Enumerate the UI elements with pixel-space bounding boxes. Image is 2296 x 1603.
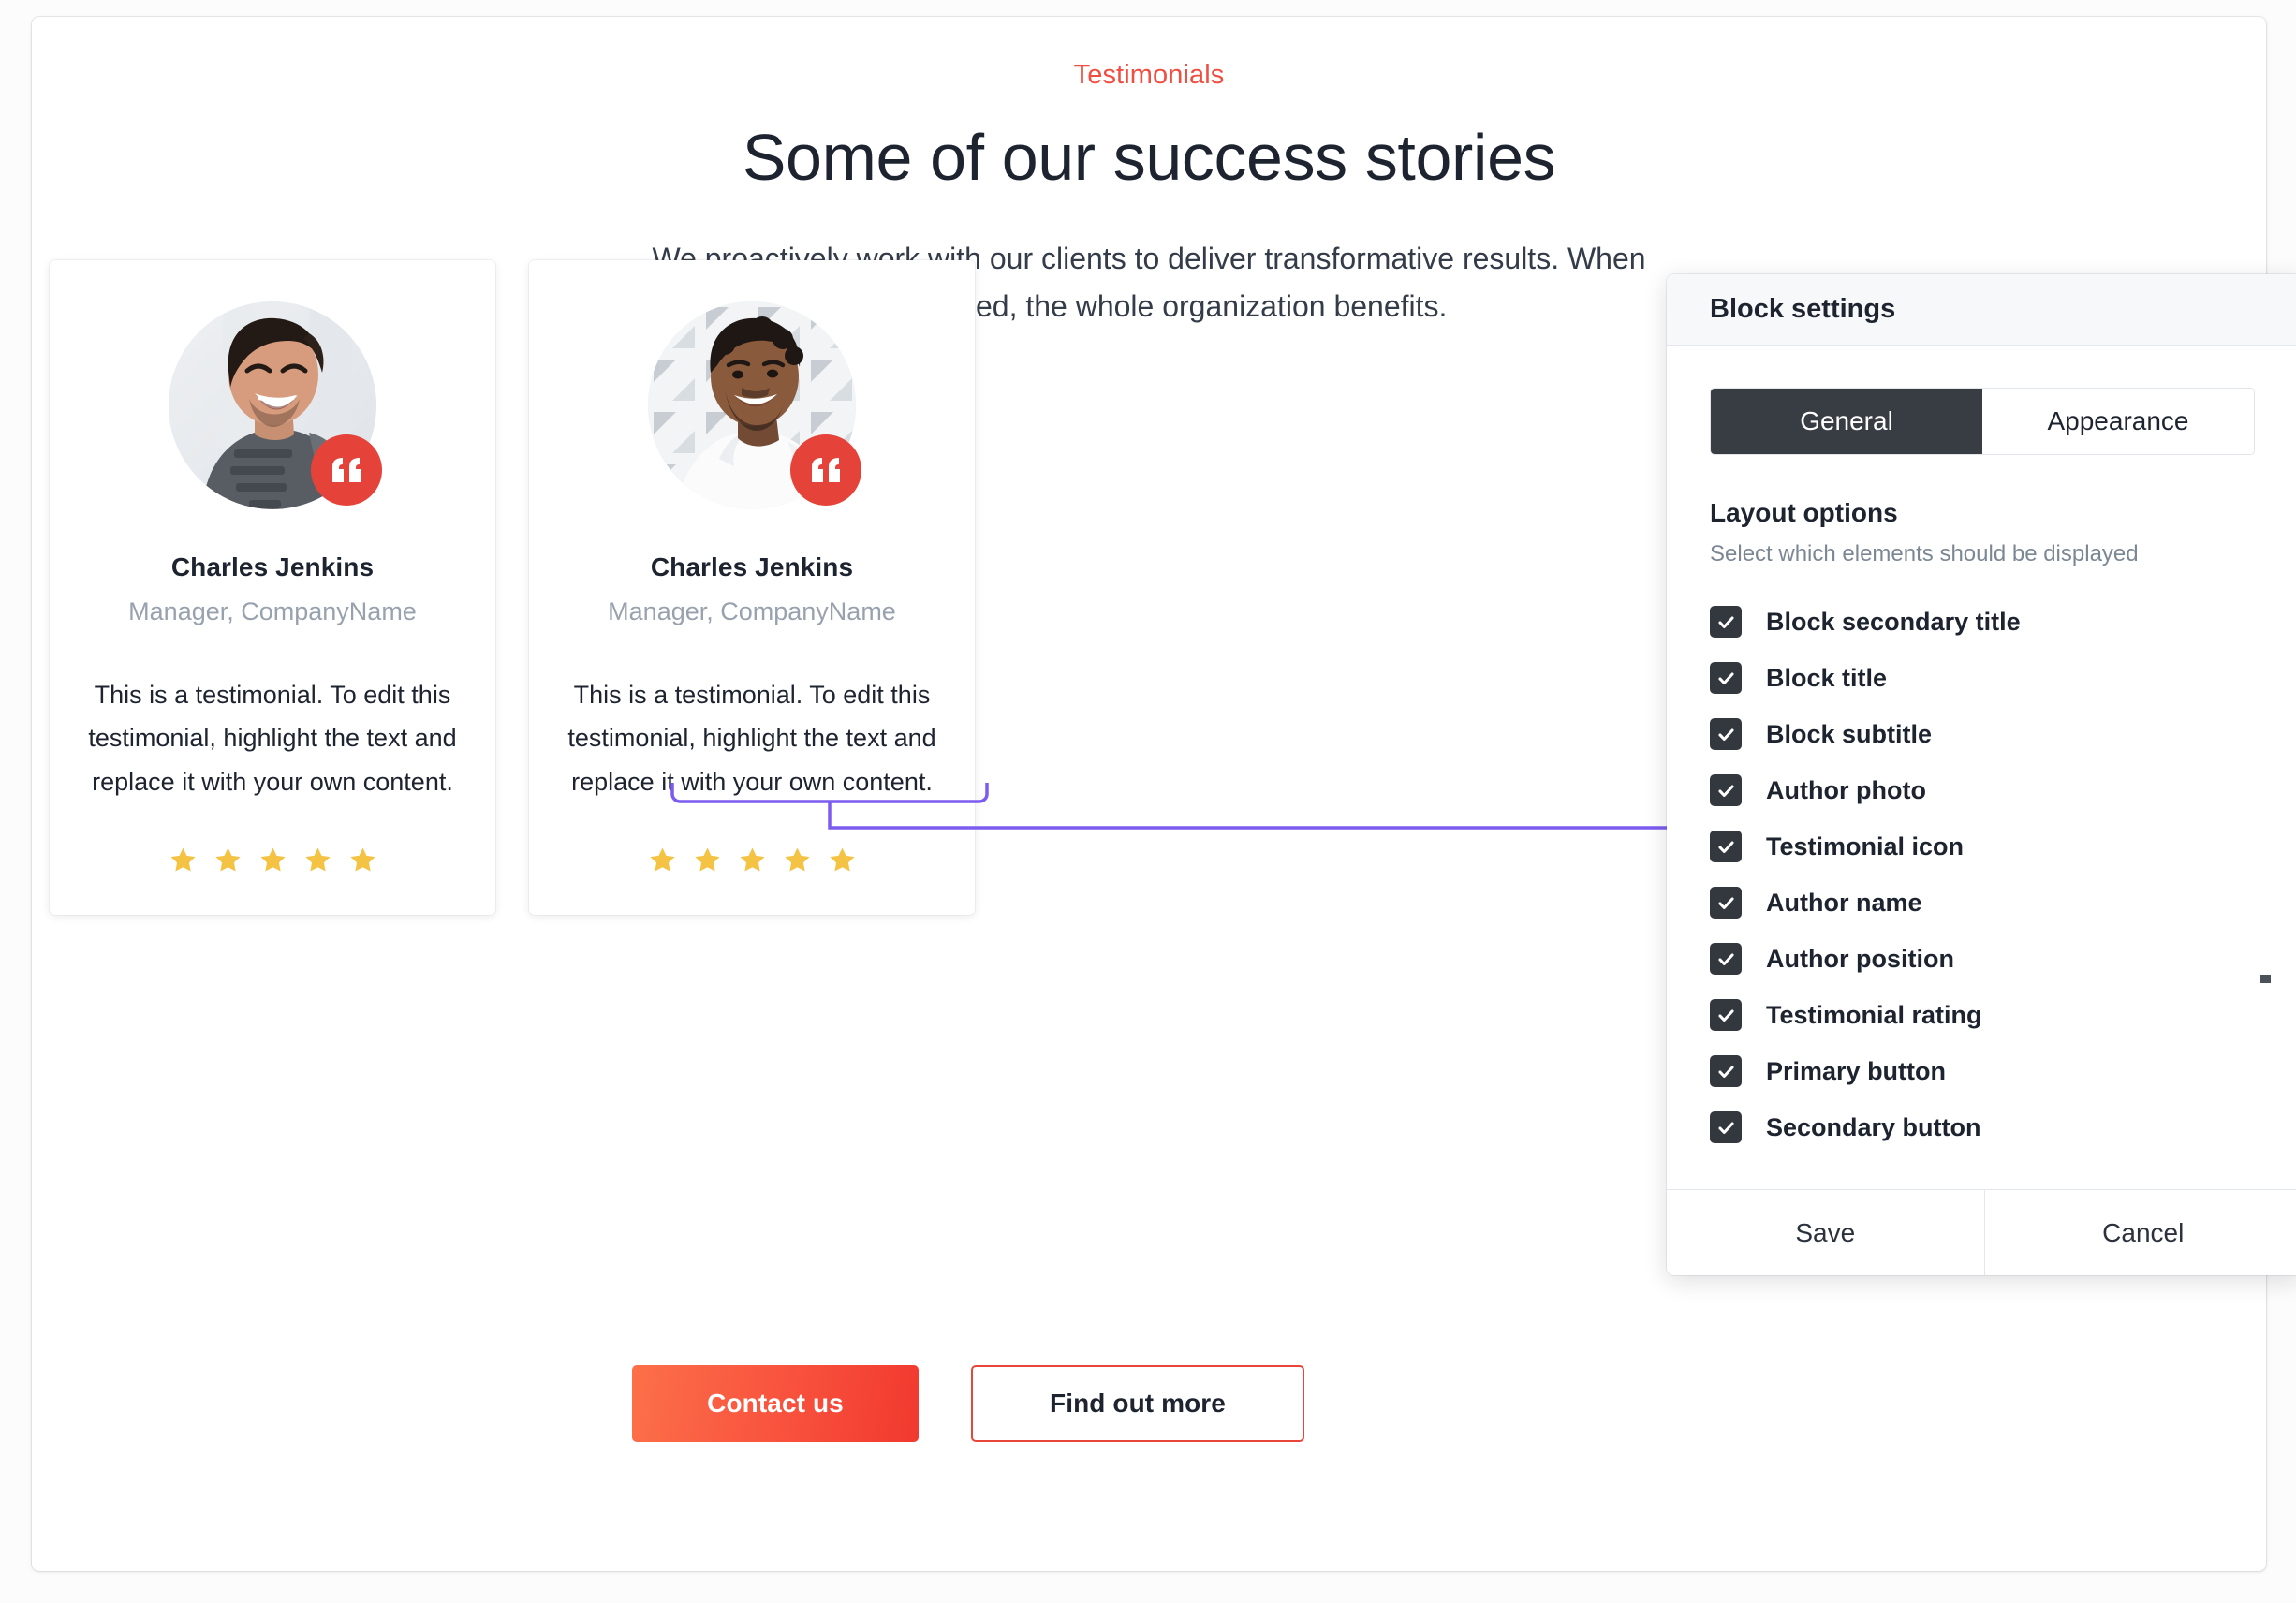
check-icon xyxy=(1717,1008,1734,1022)
checkbox-checked-icon[interactable] xyxy=(1710,943,1742,975)
testimonial-card[interactable]: Charles Jenkins Manager, CompanyName Thi… xyxy=(50,260,495,916)
save-button[interactable]: Save xyxy=(1667,1190,1984,1275)
checkbox-checked-icon[interactable] xyxy=(1710,774,1742,806)
option-block-subtitle[interactable]: Block subtitle xyxy=(1710,706,2259,762)
option-label: Primary button xyxy=(1766,1056,1947,1085)
tab-general[interactable]: General xyxy=(1711,389,1982,454)
panel-body: General Appearance Layout options Select… xyxy=(1667,346,2296,1189)
star-icon xyxy=(304,847,331,872)
checkbox-checked-icon[interactable] xyxy=(1710,887,1742,919)
find-out-more-button[interactable]: Find out more xyxy=(971,1365,1304,1442)
check-icon xyxy=(1717,952,1734,965)
checkbox-checked-icon[interactable] xyxy=(1710,606,1742,638)
option-label: Author photo xyxy=(1766,775,1926,804)
star-icon xyxy=(829,847,855,872)
quote-icon xyxy=(332,458,361,482)
panel-title: Block settings xyxy=(1710,294,1896,324)
option-label: Secondary button xyxy=(1766,1112,1981,1141)
option-author-position[interactable]: Author position xyxy=(1710,931,2259,987)
author-position: Manager, CompanyName xyxy=(128,597,417,625)
option-label: Testimonial rating xyxy=(1766,1000,1982,1029)
layout-options-list: Block secondary title Block title Block … xyxy=(1710,594,2259,1189)
author-name: Charles Jenkins xyxy=(170,552,375,581)
star-icon xyxy=(649,847,675,872)
testimonial-rating[interactable] xyxy=(553,845,950,875)
author-name: Charles Jenkins xyxy=(650,552,854,581)
cta-row: Contact us Find out more xyxy=(32,1365,1905,1442)
option-label: Block subtitle xyxy=(1766,719,1933,748)
panel-footer: Save Cancel xyxy=(1667,1189,2296,1275)
testimonial-icon-badge[interactable] xyxy=(790,434,861,506)
panel-resize-handle[interactable] xyxy=(2260,975,2271,983)
option-block-title[interactable]: Block title xyxy=(1710,650,2259,706)
author-position: Manager, CompanyName xyxy=(608,597,896,625)
option-primary-button[interactable]: Primary button xyxy=(1710,1043,2259,1099)
screen-root: Testimonials Some of our success stories… xyxy=(0,0,2296,1603)
block-title: Some of our success stories xyxy=(742,121,1556,194)
star-icon xyxy=(169,847,196,872)
star-icon xyxy=(694,847,720,872)
option-secondary-button[interactable]: Secondary button xyxy=(1710,1099,2259,1155)
testimonial-cards: Charles Jenkins Manager, CompanyName Thi… xyxy=(50,260,1922,916)
testimonial-text: This is a testimonial. To edit this test… xyxy=(567,681,936,796)
check-icon xyxy=(1717,1121,1734,1134)
testimonial-icon-badge[interactable] xyxy=(311,434,382,506)
author-photo-wrap xyxy=(169,301,382,509)
checkbox-checked-icon[interactable] xyxy=(1710,831,1742,862)
option-author-photo[interactable]: Author photo xyxy=(1710,762,2259,818)
option-label: Block title xyxy=(1766,663,1888,692)
checkbox-checked-icon[interactable] xyxy=(1710,718,1742,750)
checkbox-checked-icon[interactable] xyxy=(1710,662,1742,694)
check-icon xyxy=(1717,896,1734,909)
star-icon xyxy=(349,847,375,872)
check-icon xyxy=(1717,840,1734,853)
star-icon xyxy=(784,847,810,872)
star-icon xyxy=(214,847,241,872)
layout-options-title: Layout options xyxy=(1710,498,1898,527)
option-author-name[interactable]: Author name xyxy=(1710,875,2259,931)
option-testimonial-rating[interactable]: Testimonial rating xyxy=(1710,987,2259,1043)
checkbox-checked-icon[interactable] xyxy=(1710,999,1742,1031)
layout-options-description: Select which elements should be displaye… xyxy=(1710,541,2139,566)
block-settings-panel: Block settings General Appearance Layout… xyxy=(1667,274,2296,1275)
checkbox-checked-icon[interactable] xyxy=(1710,1111,1742,1143)
option-label: Author position xyxy=(1766,944,1954,973)
option-label: Author name xyxy=(1766,888,1922,917)
testimonial-text: This is a testimonial. To edit this test… xyxy=(88,681,457,796)
page-canvas: Testimonials Some of our success stories… xyxy=(32,17,2296,1571)
check-icon xyxy=(1717,615,1734,628)
option-testimonial-icon[interactable]: Testimonial icon xyxy=(1710,818,2259,875)
quote-icon xyxy=(812,458,840,482)
block-secondary-title: Testimonials xyxy=(1073,60,1225,90)
star-icon xyxy=(739,847,765,872)
check-icon xyxy=(1717,1065,1734,1078)
check-icon xyxy=(1717,784,1734,797)
tab-appearance[interactable]: Appearance xyxy=(1982,389,2254,454)
check-icon xyxy=(1717,728,1734,741)
option-label: Block secondary title xyxy=(1766,607,2021,636)
cancel-button[interactable]: Cancel xyxy=(1983,1190,2296,1275)
panel-header: Block settings xyxy=(1667,274,2296,346)
checkbox-checked-icon[interactable] xyxy=(1710,1055,1742,1087)
option-label: Testimonial icon xyxy=(1766,831,1965,860)
panel-tabs: General Appearance xyxy=(1710,388,2255,455)
testimonial-card[interactable]: Charles Jenkins Manager, CompanyName Thi… xyxy=(529,260,975,916)
option-block-secondary-title[interactable]: Block secondary title xyxy=(1710,594,2259,650)
check-icon xyxy=(1717,671,1734,684)
star-icon xyxy=(259,847,286,872)
testimonial-rating[interactable] xyxy=(74,845,471,875)
contact-us-button[interactable]: Contact us xyxy=(632,1365,919,1442)
author-photo-wrap xyxy=(648,301,861,509)
